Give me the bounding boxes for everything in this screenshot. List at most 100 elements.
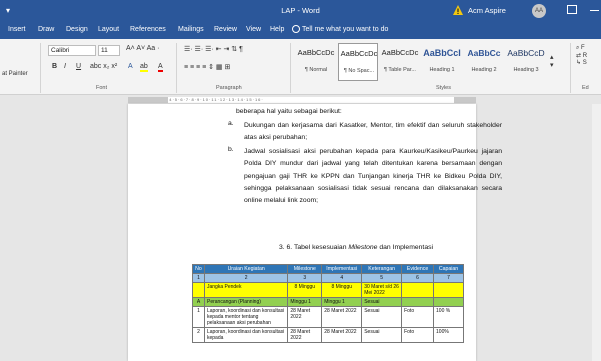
group-divider xyxy=(570,43,571,93)
table-number-row: 1 2 3 4 5 6 7 xyxy=(192,273,464,283)
font-group-label: Font xyxy=(96,85,108,91)
style-name: Heading 2 xyxy=(471,67,497,73)
account-name[interactable]: Acm Aspire xyxy=(468,6,506,15)
font-color-icon[interactable]: A xyxy=(158,63,163,72)
strikethrough-button[interactable]: abc x₂ x² xyxy=(90,63,117,70)
table-row: Jangka Pendek 8 Minggu 8 Minggu 30 Maret… xyxy=(192,282,464,298)
table-cell: 8 Minggu xyxy=(287,282,323,298)
minimize-button[interactable] xyxy=(590,10,599,11)
style-preview: AaBbCcI xyxy=(423,48,461,58)
table-caption: 3. 6. Tabel kesesuaian Milestone dan Imp… xyxy=(236,244,476,251)
font-size-box[interactable]: 11 xyxy=(98,45,120,56)
underline-button[interactable]: U xyxy=(76,63,81,70)
number-cell: 1 xyxy=(192,273,205,283)
styles-scroll-icon[interactable]: ▴ ▾ xyxy=(550,53,554,69)
italic-button[interactable]: I xyxy=(64,63,66,70)
style-preview: AaBbCcDc xyxy=(297,48,335,57)
ruler-left-margin xyxy=(128,97,168,103)
group-divider xyxy=(290,43,291,93)
text-effects-icon[interactable]: A xyxy=(128,63,133,70)
style-preview: AaBbCcD xyxy=(507,48,545,58)
font-name-box[interactable]: Calibri xyxy=(48,45,96,56)
style-heading-1[interactable]: AaBbCcI Heading 1 xyxy=(422,43,462,81)
style-name: Heading 1 xyxy=(429,67,455,73)
group-divider xyxy=(176,43,177,93)
number-cell: 3 xyxy=(287,273,323,283)
styles-group-label: Styles xyxy=(436,85,451,91)
table-cell: 8 Minggu xyxy=(321,282,363,298)
number-cell: 2 xyxy=(203,273,289,283)
caption-prefix: 3. 6. Tabel kesesuaian xyxy=(278,244,349,251)
table-cell: Sesuai xyxy=(361,297,403,307)
document-page[interactable]: beberapa hal yaitu sebagai berikut: a. D… xyxy=(128,104,502,361)
style-name: ¶ Normal xyxy=(304,67,328,73)
tab-view[interactable]: View xyxy=(246,26,261,33)
header-cell: Capaian xyxy=(433,264,464,274)
table-cell: 2 xyxy=(192,327,205,343)
table-cell: 28 Maret 2022 xyxy=(287,306,323,328)
table-cell: 28 Maret 2022 xyxy=(287,327,323,343)
bold-button[interactable]: B xyxy=(52,63,57,70)
list-text: Dukungan dan kerjasama dari Kasatker, Me… xyxy=(244,122,502,142)
vertical-scrollbar[interactable] xyxy=(592,104,601,361)
ribbon-tabs: Insert Draw Design Layout References Mai… xyxy=(0,22,601,39)
tab-layout[interactable]: Layout xyxy=(98,26,119,33)
tab-help[interactable]: Help xyxy=(270,26,284,33)
find-icon[interactable]: ⌕ F ⇄ R ↳ S xyxy=(576,45,587,66)
bullets-icon[interactable]: ☰· ☰· ☰· ⇤ ⇥ ⇅ ¶ xyxy=(184,45,243,53)
style-no-spacing[interactable]: AaBbCcDc ¶ No Spac... xyxy=(338,43,378,81)
table-cell: Laporan, koordinasi dan konsultasi kepad… xyxy=(203,306,289,328)
horizontal-ruler[interactable]: ·2·1·2·1·1·2·3·4·5·6·7·8·9·10·11·12·13·1… xyxy=(0,96,601,104)
style-heading-3[interactable]: AaBbCcD Heading 3 xyxy=(506,43,546,81)
table-row: 1 Laporan, koordinasi dan konsultasi kep… xyxy=(192,306,464,328)
group-divider xyxy=(40,43,41,93)
table-row: A Perancangan (Planning) Minggu 1 Minggu… xyxy=(192,297,464,307)
header-cell: Implementasi xyxy=(321,264,363,274)
header-cell: Evidence xyxy=(401,264,435,274)
format-painter-button[interactable]: at Painter xyxy=(2,71,28,77)
style-preview: AaBbCcDc xyxy=(340,49,378,58)
avatar[interactable]: AA xyxy=(532,4,546,18)
style-name: Heading 3 xyxy=(513,67,539,73)
table-cell: 1 xyxy=(192,306,205,328)
list-marker: b. xyxy=(228,146,234,153)
tab-references[interactable]: References xyxy=(130,26,166,33)
table-cell: 30 Maret s/d 26 Mei 2022 xyxy=(361,282,403,298)
table-cell xyxy=(433,297,464,307)
tab-review[interactable]: Review xyxy=(214,26,237,33)
lightbulb-icon xyxy=(292,25,300,33)
number-cell: 6 xyxy=(401,273,435,283)
table-cell xyxy=(433,282,464,298)
table-header-row: No Uraian Kegiatan Milestone Implementas… xyxy=(192,264,464,274)
tab-design[interactable]: Design xyxy=(66,26,88,33)
caption-emphasis: Milestone xyxy=(348,244,378,251)
style-heading-2[interactable]: AaBbCc Heading 2 xyxy=(464,43,504,81)
tab-mailings[interactable]: Mailings xyxy=(178,26,204,33)
table-cell: Sesuai xyxy=(361,327,403,343)
table-cell: 28 Maret 2022 xyxy=(321,327,363,343)
table-cell xyxy=(192,282,205,298)
window-title: LAP - Word xyxy=(281,6,320,15)
tab-draw[interactable]: Draw xyxy=(38,26,54,33)
table-cell: Minggu 1 xyxy=(321,297,363,307)
table-cell: 28 Maret 2022 xyxy=(321,306,363,328)
milestone-table[interactable]: No Uraian Kegiatan Milestone Implementas… xyxy=(192,264,464,343)
style-table-paragraph[interactable]: AaBbCcDc ¶ Table Par... xyxy=(380,43,420,81)
ruler-right-margin xyxy=(454,97,476,103)
table-cell: Minggu 1 xyxy=(287,297,323,307)
caption-suffix: dan Implementasi xyxy=(377,244,434,251)
grow-font-button[interactable]: A˄ A˅ Aa · xyxy=(126,45,159,52)
highlight-icon[interactable]: ab xyxy=(140,63,148,72)
table-cell: Laporan, koordinasi dan konsultasi kepad… xyxy=(203,327,289,343)
warning-icon[interactable] xyxy=(452,4,464,16)
style-normal[interactable]: AaBbCcDc ¶ Normal xyxy=(296,43,336,81)
tell-me-search[interactable]: Tell me what you want to do xyxy=(302,26,388,33)
number-cell: 4 xyxy=(321,273,363,283)
table-cell: Jangka Pendek xyxy=(203,282,289,298)
style-preview: AaBbCc xyxy=(467,48,501,58)
align-icon[interactable]: ≡ ≡ ≡ ≡ ⇕ ▦ ⊞ xyxy=(184,63,230,71)
table-cell xyxy=(401,297,435,307)
title-bar: ▾ LAP - Word Acm Aspire AA xyxy=(0,0,601,22)
ribbon-display-options-icon[interactable] xyxy=(567,5,577,14)
tab-insert[interactable]: Insert xyxy=(8,26,26,33)
